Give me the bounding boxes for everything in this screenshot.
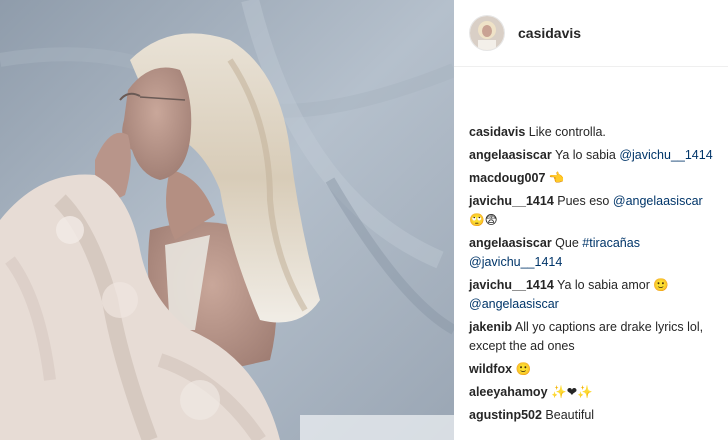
- comments-list: casidavis Like controlla. angelaasiscar Y…: [454, 67, 728, 425]
- comment-username[interactable]: casidavis: [469, 125, 525, 139]
- instagram-post: casidavis casidavis Like controlla. angel…: [0, 0, 728, 440]
- post-sidebar: casidavis casidavis Like controlla. angel…: [454, 0, 728, 440]
- comment-item: wildfox 🙂: [469, 360, 718, 379]
- comment-tag-link[interactable]: @angelaasiscar: [469, 297, 559, 311]
- comment-username[interactable]: javichu__1414: [469, 278, 554, 292]
- comment-text: 🙄😨: [469, 213, 498, 227]
- comment-item: javichu__1414 Ya lo sabia amor 🙂 @angela…: [469, 276, 718, 314]
- comment-tag-link[interactable]: @javichu__1414: [469, 255, 562, 269]
- comment-tag-link[interactable]: #tiracañas: [582, 236, 640, 250]
- comment-username[interactable]: agustinp502: [469, 408, 542, 422]
- comment-username[interactable]: aleeyahamoy: [469, 385, 548, 399]
- comment-item: angelaasiscar Que #tiracañas @javichu__1…: [469, 234, 718, 272]
- comment-item: javichu__1414 Pues eso @angelaasiscar 🙄😨: [469, 192, 718, 230]
- comment-username[interactable]: macdoug007: [469, 171, 545, 185]
- comment-text: 🙂: [512, 362, 532, 376]
- comment-item: macdoug007 👈: [469, 169, 718, 188]
- post-photo[interactable]: [0, 0, 454, 440]
- avatar-image: [470, 16, 504, 50]
- comment-item: angelaasiscar Ya lo sabia @javichu__1414: [469, 146, 718, 165]
- photo-woman-in-fur-coat: [0, 0, 454, 440]
- comment-text: Beautiful: [541, 408, 595, 422]
- comment-text: ✨❤✨: [547, 385, 593, 399]
- comment-username[interactable]: wildfox: [469, 362, 512, 376]
- comment-username[interactable]: javichu__1414: [469, 194, 554, 208]
- comment-tag-link[interactable]: @javichu__1414: [619, 148, 712, 162]
- comment-text: Like controlla.: [525, 125, 606, 139]
- post-author-username[interactable]: casidavis: [518, 25, 581, 41]
- comment-item: jakenib All yo captions are drake lyrics…: [469, 318, 718, 356]
- avatar[interactable]: [469, 15, 505, 51]
- comment-text: 👈: [545, 171, 565, 185]
- comment-text: Que: [551, 236, 583, 250]
- comment-username[interactable]: angelaasiscar: [469, 148, 552, 162]
- comment-item: casidavis Like controlla.: [469, 123, 718, 142]
- comment-text: Ya lo sabia amor 🙂: [553, 278, 669, 292]
- comment-item: aleeyahamoy ✨❤✨: [469, 383, 718, 402]
- comment-item: agustinp502 Beautiful: [469, 406, 718, 425]
- comment-username[interactable]: angelaasiscar: [469, 236, 552, 250]
- comment-text: Pues eso: [553, 194, 613, 208]
- comment-tag-link[interactable]: @angelaasiscar: [613, 194, 703, 208]
- post-header: casidavis: [454, 0, 728, 67]
- comment-username[interactable]: jakenib: [469, 320, 512, 334]
- comment-text: Ya lo sabia: [551, 148, 620, 162]
